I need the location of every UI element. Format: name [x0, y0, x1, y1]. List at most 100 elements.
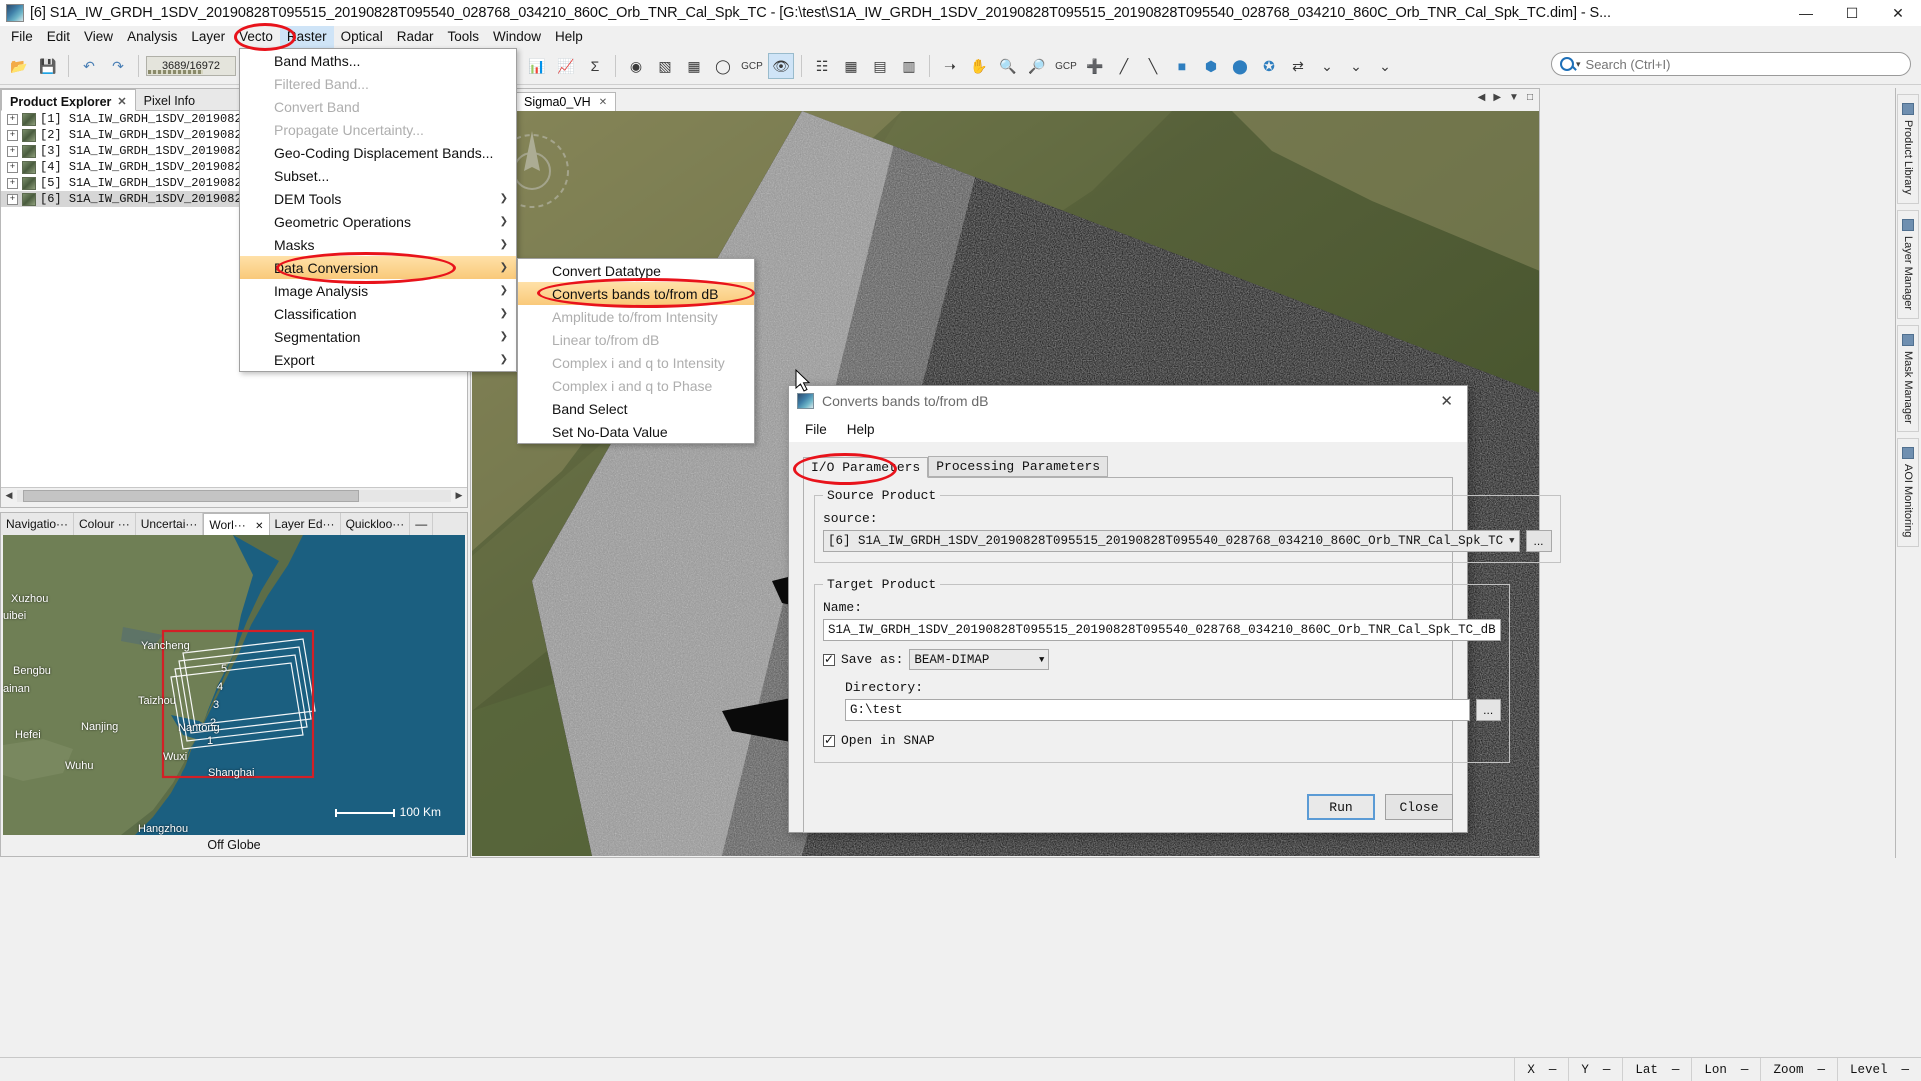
- submenu-item-convert-datatype[interactable]: Convert Datatype: [518, 259, 754, 282]
- dialog-close-button[interactable]: ✕: [1434, 392, 1459, 410]
- source-browse-button[interactable]: ...: [1525, 530, 1552, 552]
- tab-uncertainty[interactable]: Uncertai···: [136, 513, 204, 535]
- menu-item-classification[interactable]: Classification ❯: [240, 302, 516, 325]
- rectangle-tool-icon[interactable]: ■: [1169, 53, 1195, 79]
- menu-item-geo-coding-displacement-bands[interactable]: Geo-Coding Displacement Bands...: [240, 141, 516, 164]
- magic-wand-icon[interactable]: ✪: [1256, 53, 1282, 79]
- scroll-left-icon[interactable]: ◀: [1, 490, 17, 501]
- expander-icon[interactable]: +: [7, 161, 18, 173]
- tab-minimize[interactable]: —: [410, 513, 434, 535]
- scroll-tabs-right-icon[interactable]: ▶: [1493, 92, 1501, 103]
- menu-item-band-maths[interactable]: Band Maths...: [240, 49, 516, 72]
- close-icon[interactable]: ✕: [255, 521, 263, 532]
- tab-pixel-info[interactable]: Pixel Info: [136, 89, 203, 110]
- menu-item-masks[interactable]: Masks ❯: [240, 233, 516, 256]
- band-select-icon[interactable]: ☷: [809, 53, 835, 79]
- target-name-input[interactable]: S1A_IW_GRDH_1SDV_20190828T095515_2019082…: [823, 619, 1501, 641]
- expander-icon[interactable]: +: [7, 129, 18, 141]
- menu-item-geometric-operations[interactable]: Geometric Operations ❯: [240, 210, 516, 233]
- chevron-down-icon[interactable]: ▼: [1503, 536, 1514, 546]
- sidebar-item-product-library[interactable]: Product Library: [1897, 94, 1919, 204]
- graticule-icon[interactable]: ▦: [681, 53, 707, 79]
- open-in-snap-checkbox[interactable]: [823, 733, 835, 747]
- menu-radar[interactable]: Radar: [390, 26, 441, 48]
- scroll-right-icon[interactable]: ▶: [451, 490, 467, 501]
- sum-statistics-icon[interactable]: Σ: [582, 53, 608, 79]
- run-button[interactable]: Run: [1307, 794, 1375, 820]
- tab-sigma0-vh[interactable]: Sigma0_VH ✕: [515, 92, 617, 111]
- zoom-in-icon[interactable]: 🔎: [1024, 53, 1050, 79]
- redo-icon[interactable]: ↷: [105, 53, 131, 79]
- subset-icon[interactable]: ▥: [896, 53, 922, 79]
- directory-input[interactable]: G:\test: [845, 699, 1470, 721]
- chevron-down-icon[interactable]: ▾: [1576, 59, 1581, 70]
- no-data-icon[interactable]: ◯: [710, 53, 736, 79]
- open-folder-icon[interactable]: 📂: [6, 53, 32, 79]
- expander-icon[interactable]: +: [7, 113, 18, 125]
- polyline-tool-icon[interactable]: ╲: [1140, 53, 1166, 79]
- rgb-image-icon[interactable]: ▦: [838, 53, 864, 79]
- submenu-item-set-no-data-value[interactable]: Set No-Data Value: [518, 420, 754, 443]
- expander-icon[interactable]: +: [7, 193, 18, 205]
- dialog-menu-help[interactable]: Help: [839, 419, 883, 440]
- search-box[interactable]: ▾: [1551, 52, 1911, 76]
- menu-item-subset[interactable]: Subset...: [240, 164, 516, 187]
- toolbar-overflow2-icon[interactable]: ⌄: [1343, 53, 1369, 79]
- horizontal-scrollbar[interactable]: ◀ ▶: [1, 487, 467, 503]
- profile-plot-icon[interactable]: 📈: [553, 53, 579, 79]
- save-as-checkbox[interactable]: [823, 652, 835, 666]
- menu-optical[interactable]: Optical: [334, 26, 390, 48]
- ellipse-tool-icon[interactable]: ⬤: [1227, 53, 1253, 79]
- save-icon[interactable]: 💾: [35, 53, 61, 79]
- close-button[interactable]: ✕: [1875, 0, 1921, 26]
- sidebar-item-aoi-monitoring[interactable]: AOI Monitoring: [1897, 438, 1919, 547]
- eye-visibility-icon[interactable]: 👁: [768, 53, 794, 79]
- gcp-manager-icon[interactable]: GCP: [739, 53, 765, 79]
- menu-file[interactable]: File: [4, 26, 40, 48]
- dialog-close-action-button[interactable]: Close: [1385, 794, 1453, 820]
- dialog-menu-file[interactable]: File: [797, 419, 835, 440]
- minimize-button[interactable]: —: [1783, 0, 1829, 26]
- source-product-combo[interactable]: [6] S1A_IW_GRDH_1SDV_20190828T095515_201…: [823, 530, 1520, 552]
- scrollbar-thumb[interactable]: [23, 489, 359, 502]
- tab-layer-editor[interactable]: Layer Ed···: [270, 513, 341, 535]
- menu-item-dem-tools[interactable]: DEM Tools ❯: [240, 187, 516, 210]
- memory-progress[interactable]: 3689/16972: [146, 56, 236, 76]
- sidebar-item-layer-manager[interactable]: Layer Manager: [1897, 209, 1919, 319]
- menu-raster[interactable]: Raster: [279, 26, 334, 48]
- range-finder-icon[interactable]: ⇄: [1285, 53, 1311, 79]
- zoom-icon[interactable]: 🔍: [995, 53, 1021, 79]
- tab-world-map[interactable]: Worl··· ✕: [203, 513, 270, 535]
- arrow-select-icon[interactable]: ➝: [937, 53, 963, 79]
- tab-navigation[interactable]: Navigatio···: [1, 513, 75, 535]
- toolbar-overflow-icon[interactable]: ⌄: [1314, 53, 1340, 79]
- export-mask-icon[interactable]: ▧: [652, 53, 678, 79]
- pan-hand-icon[interactable]: ✋: [966, 53, 992, 79]
- polygon-tool-icon[interactable]: ⬢: [1198, 53, 1224, 79]
- menu-tools[interactable]: Tools: [440, 26, 486, 48]
- close-icon[interactable]: ✕: [599, 97, 607, 108]
- menu-edit[interactable]: Edit: [40, 26, 77, 48]
- scroll-tabs-left-icon[interactable]: ◀: [1478, 92, 1486, 103]
- mask-manager-icon[interactable]: ◉: [623, 53, 649, 79]
- tab-io-parameters[interactable]: I/O Parameters: [803, 457, 929, 478]
- menu-layer[interactable]: Layer: [184, 26, 232, 48]
- add-pin-icon[interactable]: ➕: [1082, 53, 1108, 79]
- expander-icon[interactable]: +: [7, 177, 18, 189]
- chevron-down-icon[interactable]: ▼: [1039, 655, 1044, 665]
- close-icon[interactable]: ✕: [117, 95, 126, 108]
- menu-vector[interactable]: Vecto: [232, 26, 280, 48]
- format-combo[interactable]: BEAM-DIMAP ▼: [909, 649, 1050, 670]
- scrollbar-track[interactable]: [17, 489, 451, 502]
- menu-window[interactable]: Window: [486, 26, 548, 48]
- gcp-tool-icon[interactable]: GCP: [1053, 53, 1079, 79]
- submenu-item-band-select[interactable]: Band Select: [518, 397, 754, 420]
- tab-processing-parameters[interactable]: Processing Parameters: [928, 456, 1109, 477]
- tab-list-icon[interactable]: ▼: [1509, 92, 1519, 103]
- menu-help[interactable]: Help: [548, 26, 590, 48]
- expander-icon[interactable]: +: [7, 145, 18, 157]
- sidebar-item-mask-manager[interactable]: Mask Manager: [1897, 324, 1919, 433]
- menu-item-segmentation[interactable]: Segmentation ❯: [240, 325, 516, 348]
- world-map-canvas[interactable]: Xuzhou uibei Yancheng Bengbu ainan Taizh…: [3, 535, 465, 835]
- matrix-icon[interactable]: ▤: [867, 53, 893, 79]
